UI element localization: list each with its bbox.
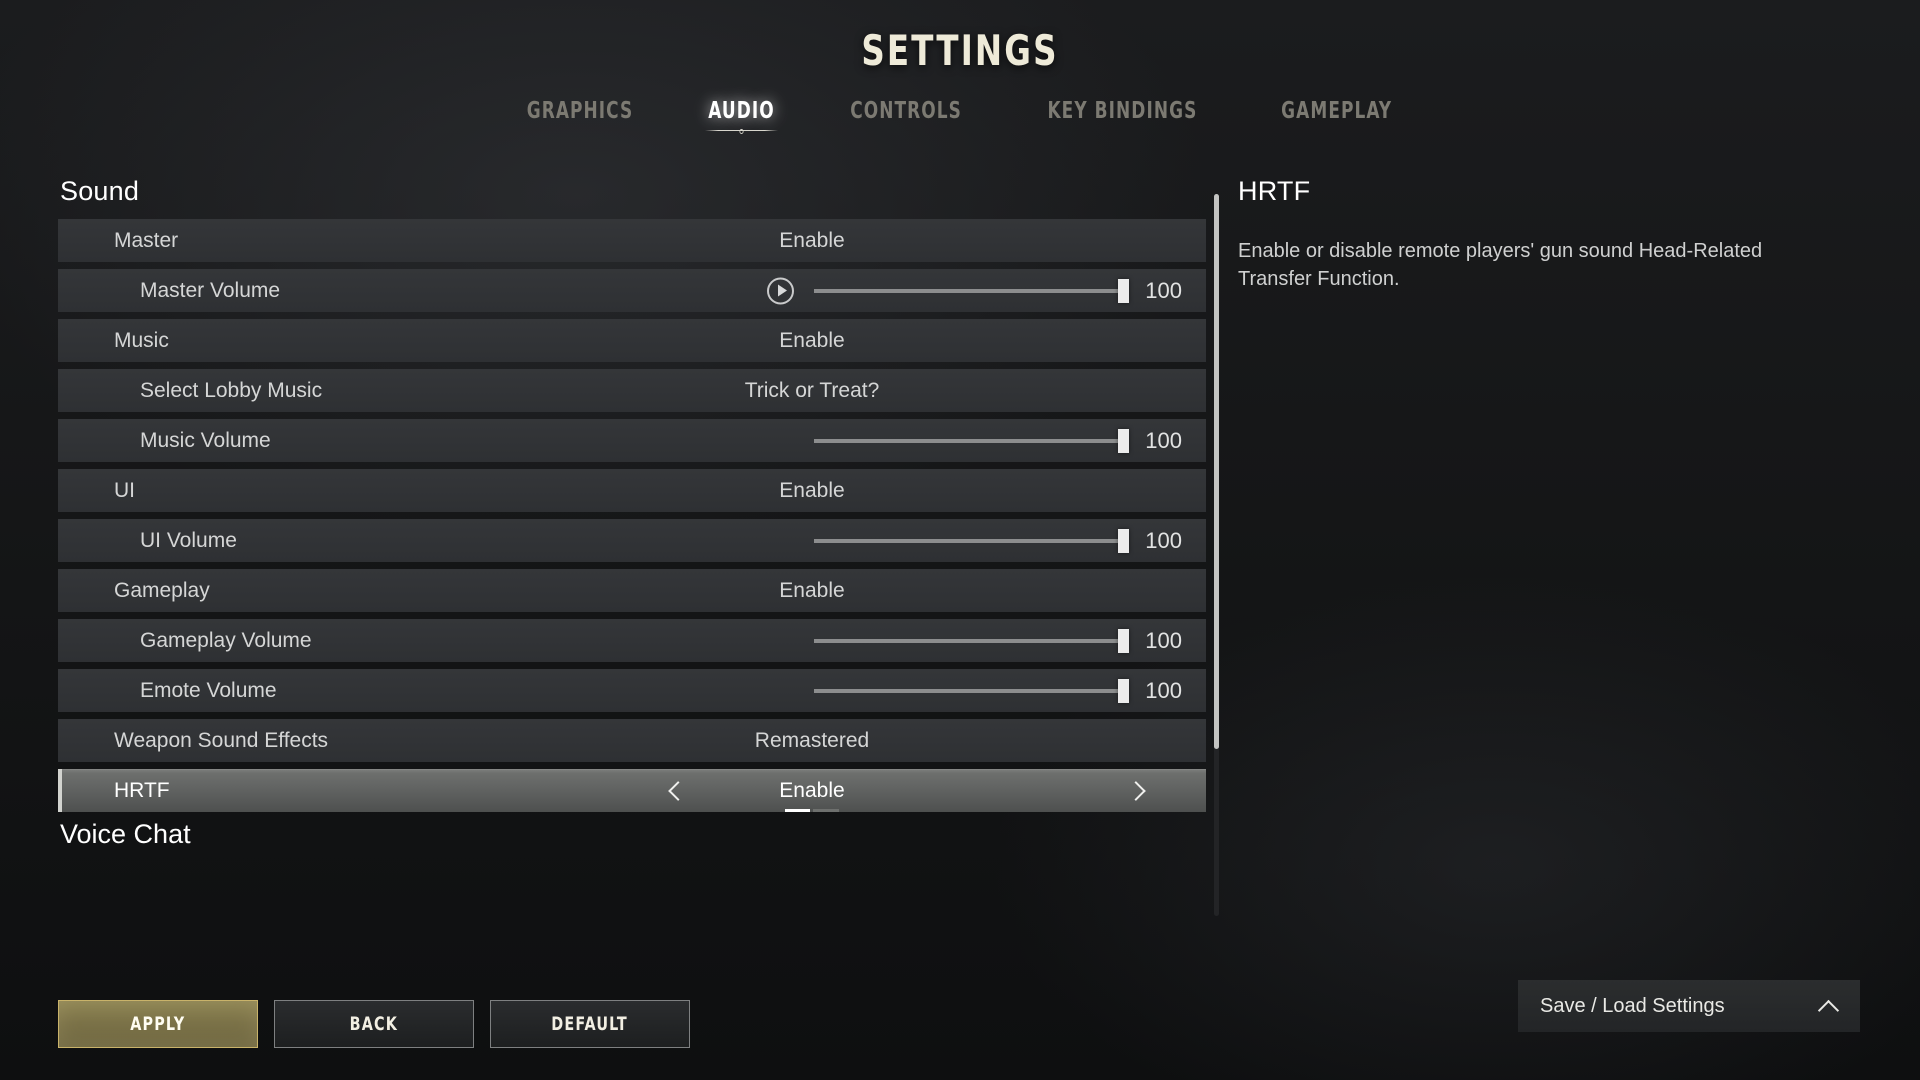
slider-track [814,288,1124,293]
section-title-voice-chat: Voice Chat [60,819,191,849]
tab-label: KEY BINDINGS [1047,98,1197,124]
save-load-settings-label: Save / Load Settings [1540,994,1725,1017]
tab-label: GAMEPLAY [1281,98,1393,124]
setting-value: Enable [238,319,1206,362]
setting-label: Emote Volume [140,678,277,702]
setting-value: Remastered [238,719,1206,762]
setting-value-text: Enable [779,478,845,502]
tab-label: AUDIO [708,98,776,124]
slider-value: 100 [1145,527,1182,553]
setting-row-weapon-sound-effects[interactable]: Weapon Sound Effects Remastered [58,719,1206,762]
slider-track [814,688,1124,693]
volume-slider[interactable] [814,278,1129,303]
setting-value: Enable [238,769,1206,812]
setting-row-emote-volume[interactable]: Emote Volume 100 [58,669,1206,712]
slider-handle[interactable] [1118,628,1129,653]
chevron-right-icon[interactable] [1130,778,1146,804]
info-panel-description: Enable or disable remote players' gun so… [1238,240,1763,291]
setting-row-hrtf[interactable]: HRTF Enable [58,769,1206,812]
slider-value: 100 [1145,627,1182,653]
tab-label: CONTROLS [850,98,963,124]
setting-row-gameplay[interactable]: Gameplay Enable [58,569,1206,612]
volume-slider[interactable] [814,628,1129,653]
slider-value: 100 [1145,427,1182,453]
slider-value: 100 [1145,677,1182,703]
chevron-up-icon [1820,997,1838,1015]
page-title: SETTINGS [861,26,1059,75]
info-panel-title: HRTF [1238,176,1311,206]
active-tab-dot [739,129,744,134]
info-panel: HRTF Enable or disable remote players' g… [1238,176,1838,294]
option-indicator-segment [784,808,811,812]
setting-value-text: Enable [779,578,845,602]
slider-handle[interactable] [1118,428,1129,453]
setting-value: Enable [238,569,1206,612]
setting-label: Gameplay Volume [140,628,312,652]
settings-screen: SETTINGS GRAPHICS AUDIO CONTROLS KEY BINDIN… [0,0,1920,1080]
button-label: DEFAULT [551,1013,629,1035]
slider-track [814,438,1124,443]
default-button[interactable]: DEFAULT [490,1000,690,1048]
setting-label: Select Lobby Music [140,378,323,402]
slider-handle[interactable] [1118,678,1129,703]
setting-label: Gameplay [114,578,210,602]
setting-label: Master Volume [140,278,281,302]
setting-value-text: Enable [779,228,845,252]
setting-value: Trick or Treat? [238,369,1206,412]
footer: APPLY BACK DEFAULT Save / Load Settings [0,940,1920,1080]
setting-row-select-lobby-music[interactable]: Select Lobby Music Trick or Treat? [58,369,1206,412]
play-preview-icon[interactable] [767,277,794,304]
setting-label: UI Volume [140,528,237,552]
option-position-indicator [784,808,839,812]
setting-row-ui[interactable]: UI Enable [58,469,1206,512]
tab-bar: GRAPHICS AUDIO CONTROLS KEY BINDINGS GAMEPLA… [0,98,1920,134]
setting-row-master-volume[interactable]: Master Volume 100 [58,269,1206,312]
volume-slider[interactable] [814,528,1129,553]
action-buttons: APPLY BACK DEFAULT [58,1000,690,1048]
apply-button[interactable]: APPLY [58,1000,258,1048]
tab-controls[interactable]: CONTROLS [846,98,968,134]
option-indicator-segment [813,808,839,812]
setting-row-ui-volume[interactable]: UI Volume 100 [58,519,1206,562]
slider-track [814,538,1124,543]
tab-label: GRAPHICS [526,98,634,124]
scrollbar-thumb[interactable] [1214,194,1219,749]
slider-track [814,638,1124,643]
setting-label: Master [114,228,179,252]
slider-handle[interactable] [1118,528,1129,553]
setting-row-master[interactable]: Master Enable [58,219,1206,262]
setting-value-text: Enable [779,328,845,352]
settings-rows: Master Enable Master Volume 100 Music Enable S… [58,219,1206,812]
tab-key-bindings[interactable]: KEY BINDINGS [1042,98,1202,134]
settings-content: Sound Master Enable Master Volume 100 Music E… [0,176,1920,936]
chevron-left-icon[interactable] [668,778,684,804]
save-load-settings-button[interactable]: Save / Load Settings [1518,980,1860,1032]
setting-label: HRTF [114,778,170,802]
setting-value-text: Enable [779,779,845,812]
slider-handle[interactable] [1118,278,1129,303]
setting-row-music-volume[interactable]: Music Volume 100 [58,419,1206,462]
slider-value: 100 [1145,277,1182,303]
tab-graphics[interactable]: GRAPHICS [522,98,638,134]
settings-list: Sound Master Enable Master Volume 100 Music E… [58,176,1206,916]
setting-value-text: Trick or Treat? [744,378,880,402]
back-button[interactable]: BACK [274,1000,474,1048]
volume-slider[interactable] [814,428,1129,453]
volume-slider[interactable] [814,678,1129,703]
button-label: APPLY [130,1013,186,1035]
tab-audio[interactable]: AUDIO [704,98,780,134]
setting-value-text: Remastered [754,728,870,752]
setting-label: UI [114,478,135,502]
setting-value: Enable [238,219,1206,262]
setting-row-gameplay-volume[interactable]: Gameplay Volume 100 [58,619,1206,662]
setting-label: Music Volume [140,428,271,452]
setting-label: Music [114,328,169,352]
setting-row-music[interactable]: Music Enable [58,319,1206,362]
tab-gameplay[interactable]: GAMEPLAY [1277,98,1398,134]
section-title-sound: Sound [60,176,140,206]
setting-value: Enable [238,469,1206,512]
setting-label: Weapon Sound Effects [114,728,329,752]
button-label: BACK [349,1013,399,1035]
